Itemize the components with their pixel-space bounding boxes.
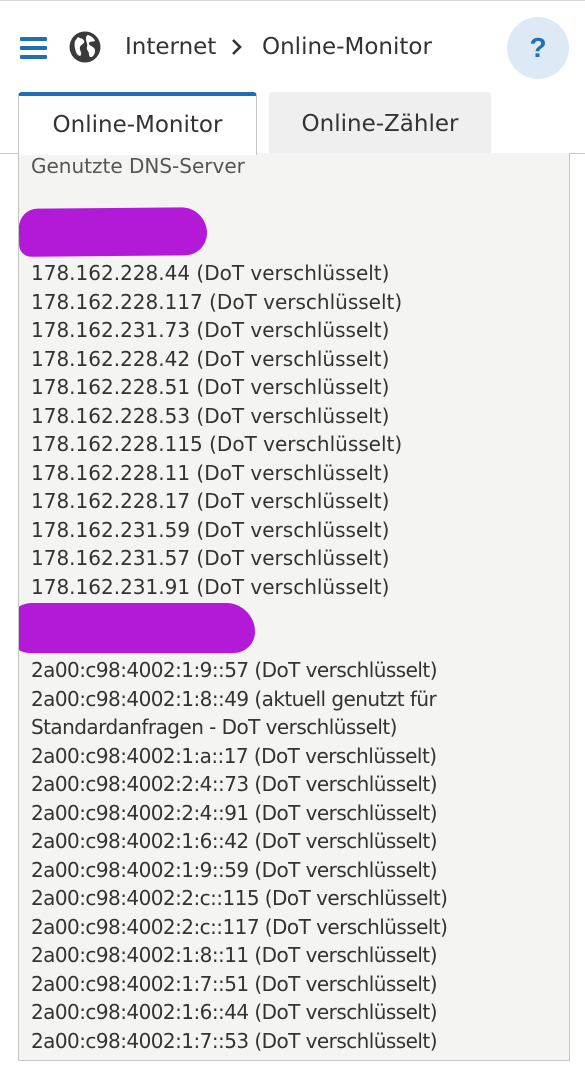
- page-footer-space: [0, 1061, 585, 1080]
- redaction-mark: [19, 603, 255, 653]
- list-item: 178.162.228.42 (DoT verschlüsselt): [31, 346, 390, 371]
- list-item: 178.162.228.11 (DoT verschlüsselt): [31, 460, 390, 485]
- list-item: 178.162.228.17 (DoT verschlüsselt): [31, 489, 390, 513]
- list-item: 178.162.231.57 (DoT verschlüsselt): [31, 546, 390, 570]
- list-item: Standardanfragen - DoT verschlüsselt): [31, 715, 398, 739]
- list-item: 178.162.228.51 (DoT verschlüsselt): [31, 375, 390, 399]
- list-item: 2a00:c98:4002:2:4::91 (DoT verschlüsselt…: [31, 800, 438, 825]
- list-item: 2a00:c98:4002:1:9::57 (DoT verschlüsselt…: [31, 658, 438, 682]
- list-item: 178.162.228.115 (DoT verschlüsselt): [31, 432, 403, 456]
- list-item: 2a00:c98:4002:1:7::51 (DoT verschlüsselt…: [31, 971, 438, 996]
- globe-icon: [69, 31, 101, 63]
- ipv4-dns-list: 178.162.228.44 (DoT verschlüsselt) 178.1…: [31, 259, 402, 601]
- list-item: 2a00:c98:4002:1:7::53 (DoT verschlüsselt…: [31, 1028, 438, 1053]
- chevron-right-icon: [232, 39, 242, 55]
- list-item: 2a00:c98:4002:2:c::117 (DoT verschlüssel…: [31, 914, 448, 939]
- list-item: 2a00:c98:4002:1:9::59 (DoT verschlüsselt…: [31, 857, 438, 882]
- redaction-mark: [19, 207, 208, 257]
- list-item: 2a00:c98:4002:1:6::42 (DoT verschlüsselt…: [31, 829, 438, 853]
- breadcrumb-online-monitor: Online-Monitor: [262, 34, 432, 60]
- list-item: 178.162.231.73 (DoT verschlüsselt): [31, 318, 390, 342]
- list-item: 178.162.228.53 (DoT verschlüsselt): [31, 403, 390, 428]
- list-item: 178.162.228.44 (DoT verschlüsselt): [31, 261, 390, 285]
- help-button[interactable]: ?: [507, 17, 569, 79]
- hamburger-menu-icon[interactable]: [20, 37, 47, 59]
- breadcrumb-internet[interactable]: Internet: [125, 31, 216, 63]
- list-item: 178.162.231.59 (DoT verschlüsselt): [31, 517, 390, 542]
- list-item: 178.162.231.91 (DoT verschlüsselt): [31, 574, 390, 599]
- list-item: 2a00:c98:4002:1:a::17 (DoT verschlüsselt…: [31, 743, 437, 768]
- list-item: 2a00:c98:4002:1:8::11 (DoT verschlüsselt…: [31, 943, 438, 967]
- list-item: 2a00:c98:4002:1:6::44 (DoT verschlüsselt…: [31, 1000, 438, 1024]
- ipv6-dns-list: 2a00:c98:4002:1:9::57 (DoT verschlüsselt…: [31, 656, 448, 1055]
- top-bar: Internet Online-Monitor ?: [0, 0, 585, 93]
- tab-online-monitor[interactable]: Online-Monitor: [18, 92, 257, 155]
- list-item: 178.162.228.117 (DoT verschlüsselt): [31, 289, 403, 314]
- tab-online-zaehler[interactable]: Online-Zähler: [269, 92, 491, 154]
- dns-server-panel: Genutzte DNS-Server 178.162.228.44 (DoT …: [18, 153, 570, 1061]
- panel-title: Genutzte DNS-Server: [31, 154, 245, 178]
- list-item: 2a00:c98:4002:2:c::115 (DoT verschlüssel…: [31, 886, 448, 910]
- tab-bar: Online-Monitor Online-Zähler: [0, 92, 585, 155]
- list-item: 2a00:c98:4002:1:8::49 (aktuell genutzt f…: [31, 686, 437, 711]
- list-item: 2a00:c98:4002:2:4::73 (DoT verschlüsselt…: [31, 772, 438, 796]
